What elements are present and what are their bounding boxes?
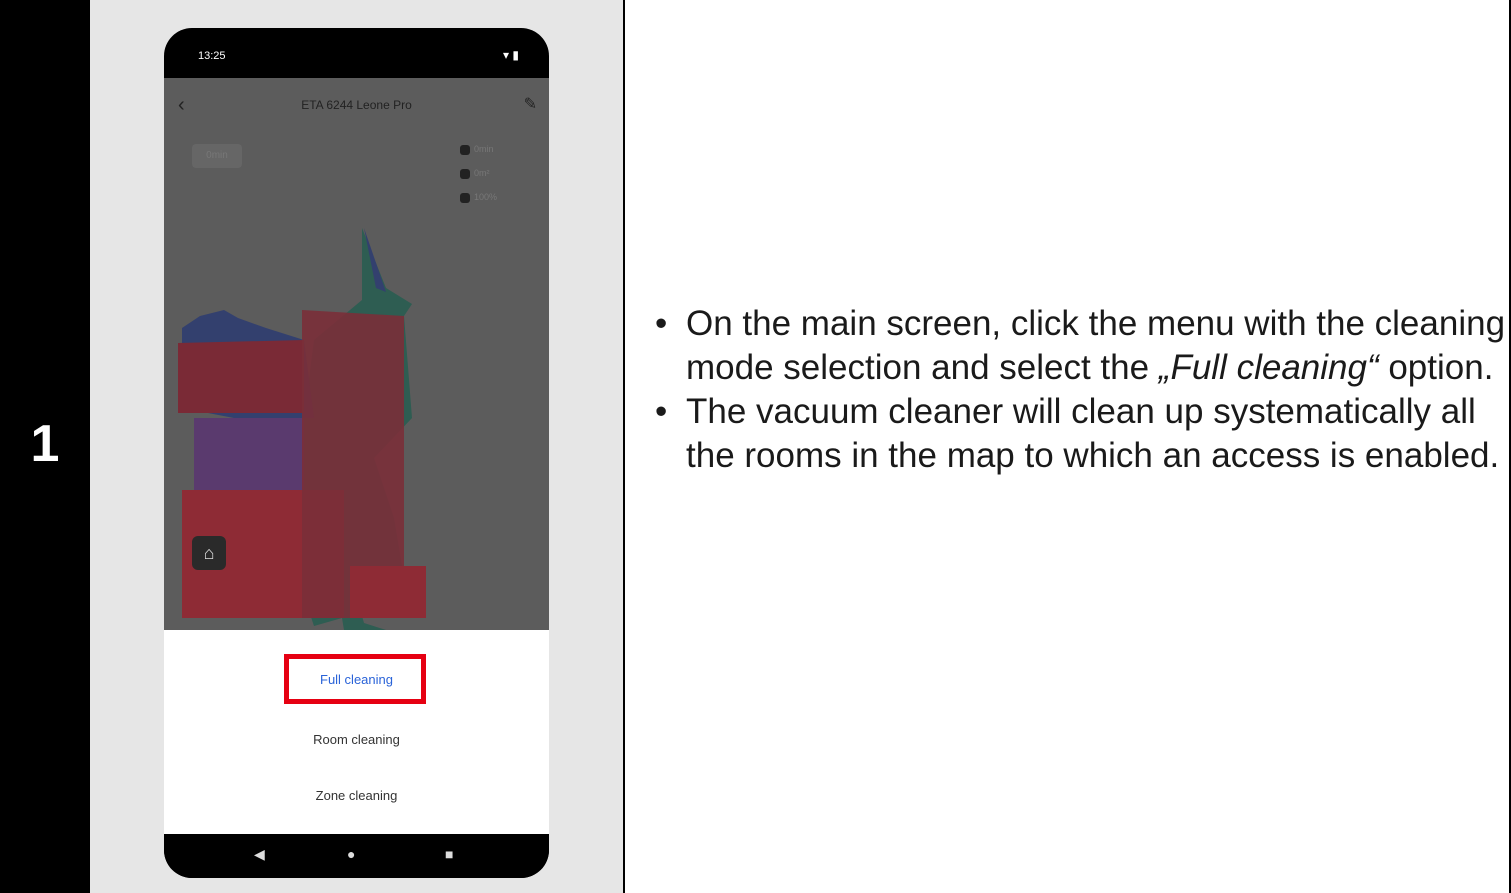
edit-icon[interactable]: ✎ — [524, 94, 537, 114]
area-stat: 0m² — [460, 168, 490, 179]
app-title: ETA 6244 Leone Pro — [301, 98, 412, 112]
battery-level-icon — [460, 192, 470, 203]
back-nav-icon[interactable]: ◀ — [254, 846, 265, 863]
status-time: 13:25 — [198, 50, 226, 62]
room-cleaning-option[interactable]: Room cleaning — [164, 732, 549, 747]
step-number: 1 — [30, 415, 60, 473]
time-stat: 0min — [460, 144, 494, 155]
option-name: „Full cleaning“ — [1158, 348, 1379, 387]
recents-nav-icon[interactable]: ■ — [445, 846, 453, 862]
bullet-mark: • — [655, 392, 668, 431]
battery-stat: 100% — [460, 192, 497, 203]
highlight-box — [284, 654, 426, 704]
home-nav-icon[interactable]: ● — [347, 846, 355, 862]
instruction-item: • The vacuum cleaner will clean up syste… — [655, 392, 1500, 475]
zone-cleaning-option[interactable]: Zone cleaning — [164, 788, 549, 803]
status-chip: 0min — [192, 144, 242, 168]
phone-screenshot: 13:25 ▾ ▮ ‹ ETA 6244 Leone Pro ✎ 0min 0m… — [164, 28, 549, 878]
battery-icon: ▾ ▮ — [503, 48, 519, 62]
clock-icon — [460, 144, 470, 155]
step-column: 1 — [0, 0, 90, 893]
instructions: • On the main screen, click the menu wit… — [655, 302, 1511, 478]
instruction-item: • On the main screen, click the menu wit… — [655, 304, 1506, 387]
robot-icon[interactable]: ⌂ — [192, 536, 226, 570]
bullet-mark: • — [655, 304, 668, 343]
cleaning-mode-menu: Full cleaning Room cleaning Zone cleanin… — [164, 630, 549, 834]
navigation-bar: ◀ ● ■ — [164, 834, 549, 878]
app-screen: ‹ ETA 6244 Leone Pro ✎ 0min 0min 0m² 100… — [164, 78, 549, 630]
status-bar: 13:25 ▾ ▮ — [164, 28, 549, 78]
area-icon — [460, 168, 470, 179]
